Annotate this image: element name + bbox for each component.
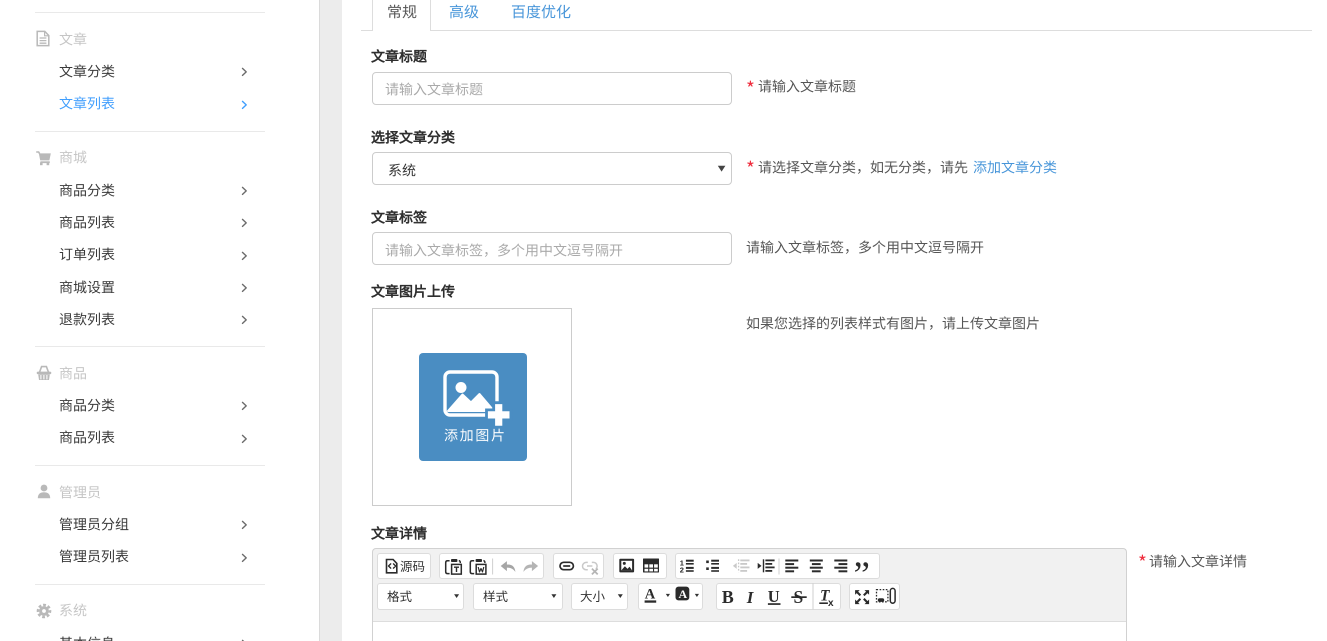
svg-text:A: A bbox=[679, 587, 688, 601]
svg-text:B: B bbox=[722, 587, 734, 607]
svg-text:U: U bbox=[768, 587, 780, 606]
svg-text:A: A bbox=[645, 587, 656, 603]
svg-text:I: I bbox=[746, 588, 755, 607]
svg-text:2: 2 bbox=[680, 566, 684, 575]
svg-text:”: ” bbox=[854, 555, 870, 596]
svg-text:x: x bbox=[828, 598, 834, 609]
